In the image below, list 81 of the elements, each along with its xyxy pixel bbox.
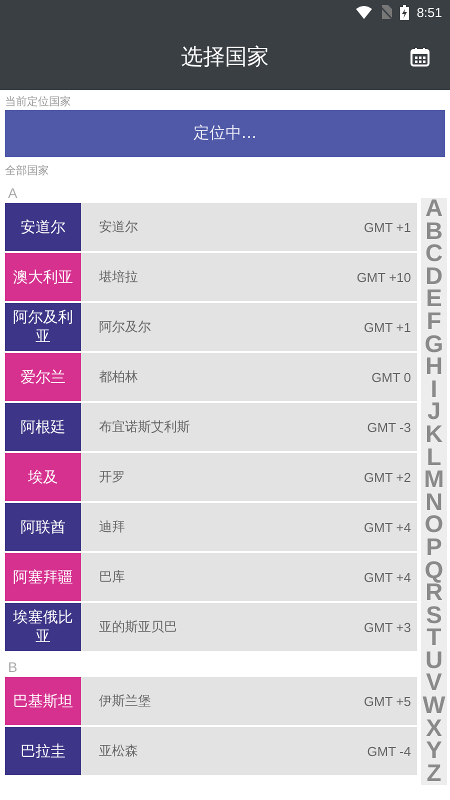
index-letter[interactable]: M [424,469,444,492]
index-letter[interactable]: I [430,378,438,402]
index-letter[interactable]: H [425,356,443,379]
index-letter[interactable]: X [426,718,442,740]
timezone-label: GMT +4 [364,518,412,536]
country-row[interactable]: 埃及 开罗 GMT +2 [5,453,417,501]
country-name: 澳大利亚 [5,253,81,301]
country-name: 埃塞俄比亚 [5,603,81,651]
index-letter[interactable]: U [425,650,443,672]
timezone-label: GMT +1 [364,318,412,336]
country-row[interactable]: 巴拉圭 亚松森 GMT -4 [5,727,417,775]
timezone-label: GMT +4 [364,568,412,586]
section-label: 全部国家 [5,163,50,179]
country-row[interactable]: 阿塞拜疆 巴库 GMT +4 [5,553,417,601]
capital-name: 堪培拉 [98,269,139,287]
country-name: 爱尔兰 [5,353,81,401]
country-name: 阿联酋 [5,503,81,551]
section-label: 当前定位国家 [5,94,72,110]
capital-name: 开罗 [98,469,126,487]
index-letter[interactable]: N [425,492,443,514]
country-name: 巴拉圭 [5,727,81,775]
locate-button[interactable]: 定位中... [5,110,445,157]
index-letter[interactable]: O [424,514,444,537]
capital-name: 迪拜 [98,519,126,537]
wifi-icon [356,6,372,18]
capital-name: 伊斯兰堡 [98,693,152,711]
group-letter: A [7,184,18,203]
capital-name: 布宜诺斯艾利斯 [98,419,191,437]
capital-name: 巴库 [98,569,126,587]
country-row[interactable]: 阿尔及利亚 阿尔及尔 GMT +1 [5,303,417,351]
index-letter[interactable]: W [422,695,446,718]
group-letter: B [7,658,18,677]
index-letter[interactable]: V [426,672,442,696]
index-letter[interactable]: F [426,310,442,334]
index-letter[interactable]: J [427,401,441,424]
index-letter[interactable]: L [426,446,442,470]
index-letter[interactable]: A [425,198,443,221]
timezone-label: GMT +3 [364,618,412,636]
capital-name: 亚松森 [98,743,139,761]
country-name: 埃及 [5,453,81,501]
timezone-label: GMT -3 [367,418,412,436]
index-letter[interactable]: C [425,243,443,266]
index-letter[interactable]: D [425,266,443,288]
no-sim-icon [380,5,392,19]
country-row[interactable]: 埃塞俄比亚 亚的斯亚贝巴 GMT +3 [5,603,417,651]
calendar-icon[interactable] [410,47,430,67]
timezone-label: GMT +10 [356,268,412,286]
index-letter[interactable]: Q [424,560,444,582]
country-row[interactable]: 阿联酋 迪拜 GMT +4 [5,503,417,551]
country-name: 阿根廷 [5,403,81,451]
index-letter[interactable]: Y [426,740,442,763]
index-letter[interactable]: G [424,334,444,356]
country-name: 巴基斯坦 [5,677,81,725]
country-row[interactable]: 巴基斯坦 伊斯兰堡 GMT +5 [5,677,417,725]
status-time: 8:51 [416,4,442,20]
timezone-label: GMT +2 [364,468,412,486]
toolbar-title: 选择国家 [181,44,269,72]
index-letter[interactable]: P [426,536,442,560]
country-row[interactable]: 爱尔兰 都柏林 GMT 0 [5,353,417,401]
country-name: 安道尔 [5,203,81,251]
index-letter[interactable]: R [425,582,443,605]
timezone-label: GMT +1 [364,218,412,236]
timezone-label: GMT -4 [367,742,412,760]
index-letter[interactable]: S [426,604,442,628]
country-name: 阿尔及利亚 [5,303,81,351]
timezone-label: GMT 0 [372,368,412,386]
index-letter[interactable]: E [426,288,442,311]
capital-name: 阿尔及尔 [98,319,152,337]
capital-name: 安道尔 [98,219,139,237]
capital-name: 亚的斯亚贝巴 [98,619,178,637]
index-letter[interactable]: B [425,220,443,244]
country-name: 阿塞拜疆 [5,553,81,601]
index-letter[interactable]: Z [426,762,442,786]
country-row[interactable]: 安道尔 安道尔 GMT +1 [5,203,417,251]
battery-icon [400,4,409,20]
country-row[interactable]: 阿根廷 布宜诺斯艾利斯 GMT -3 [5,403,417,451]
capital-name: 都柏林 [98,369,139,387]
country-row[interactable]: 澳大利亚 堪培拉 GMT +10 [5,253,417,301]
index-letter[interactable]: K [425,424,443,447]
index-letter[interactable]: T [426,627,442,650]
timezone-label: GMT +5 [364,692,412,710]
